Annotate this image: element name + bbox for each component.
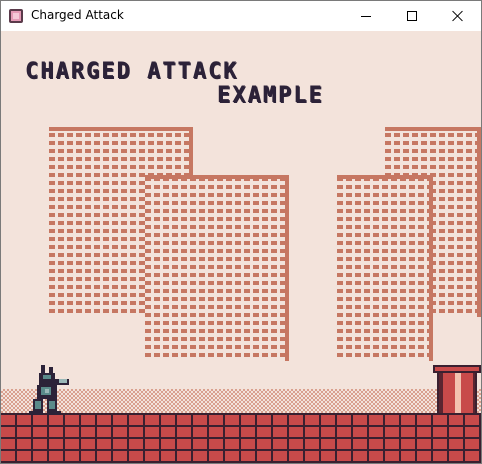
close-button[interactable] [435, 1, 481, 31]
title-bar[interactable]: Charged Attack [1, 1, 481, 31]
app-icon [9, 9, 23, 23]
game-canvas[interactable]: CHARGED ATTACK EXAMPLE [1, 31, 481, 463]
game-title-line-1: CHARGED ATTACK [25, 59, 239, 84]
app-window: Charged Attack CHARGED ATTACK EXAMPLE [0, 0, 482, 464]
player-character [29, 365, 69, 415]
window-title: Charged Attack [31, 8, 124, 22]
minimize-button[interactable] [343, 1, 389, 31]
close-icon [452, 10, 464, 22]
background-building [337, 175, 433, 361]
maximize-button[interactable] [389, 1, 435, 31]
pipe-obstacle [437, 367, 477, 415]
game-title-line-2: EXAMPLE [217, 83, 324, 108]
background-building [145, 175, 289, 361]
pipe-cap [433, 365, 481, 373]
maximize-icon [407, 11, 417, 21]
brick-ground [1, 415, 481, 463]
minimize-icon [361, 15, 371, 17]
